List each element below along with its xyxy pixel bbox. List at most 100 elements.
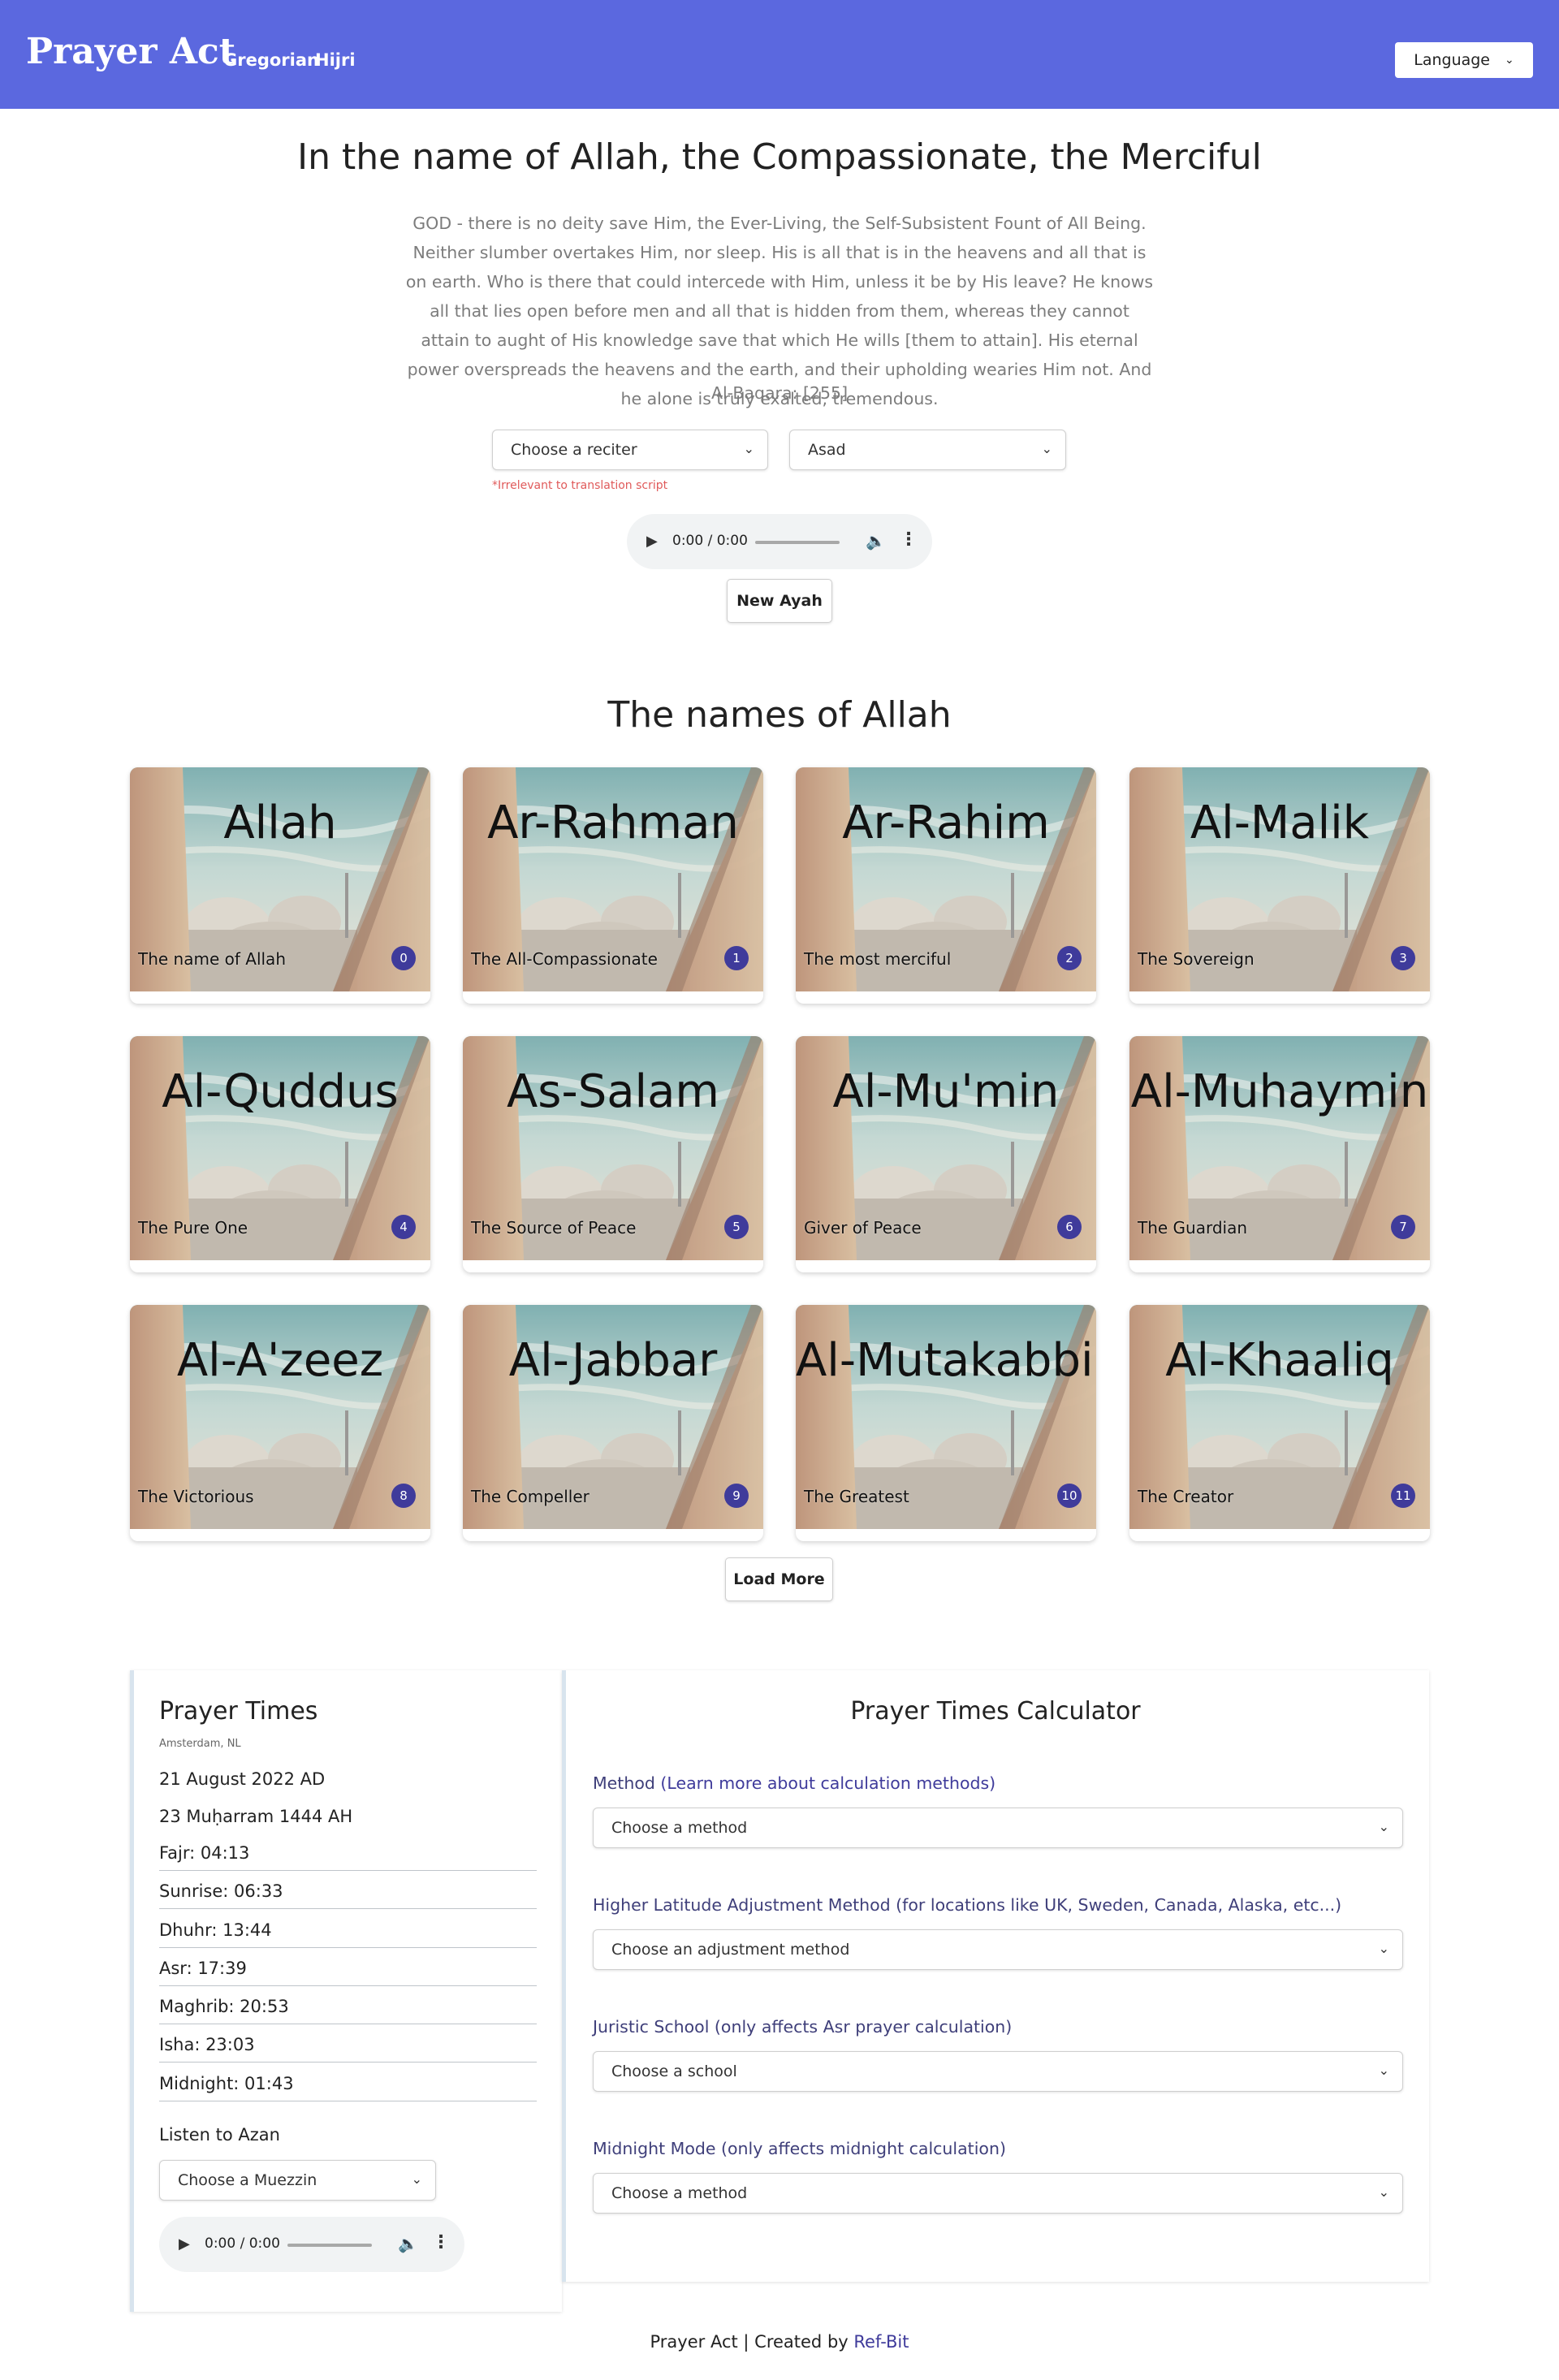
volume-icon[interactable]: 🔈 [398, 2234, 418, 2253]
card-number-badge: 0 [391, 946, 416, 970]
hijri-date: 23 Muḥarram 1444 AH [159, 1807, 353, 1826]
chevron-down-icon: ⌄ [1378, 1941, 1389, 1956]
card-meaning: The Greatest [804, 1487, 909, 1506]
card-number-badge: 4 [391, 1215, 416, 1239]
name-card[interactable]: Allah The name of Allah 0 [130, 767, 430, 1004]
chevron-down-icon: ⌄ [743, 441, 754, 456]
method-select[interactable]: Choose a method ⌄ [593, 1808, 1403, 1848]
name-card[interactable]: Al-Jabbar The Compeller 9 [463, 1305, 763, 1541]
name-card[interactable]: Al-Mu'min Giver of Peace 6 [796, 1036, 1096, 1272]
card-meaning: The Pure One [138, 1218, 248, 1238]
card-name: Al-A'zeez [176, 1334, 384, 1387]
audio-time: 0:00 / 0:00 [672, 533, 748, 549]
prayer-row-midnight: Midnight: 01:43 [159, 2064, 537, 2101]
ayah-title: In the name of Allah, the Compassionate,… [297, 136, 1262, 178]
name-card[interactable]: Al-Quddus The Pure One 4 [130, 1036, 430, 1272]
footer-author-link[interactable]: Ref-Bit [853, 2332, 909, 2352]
card-number-badge: 10 [1057, 1484, 1082, 1508]
load-more-button[interactable]: Load More [725, 1557, 833, 1601]
card-meaning: The Sovereign [1138, 949, 1255, 969]
card-number-badge: 1 [724, 946, 749, 970]
chevron-down-icon: ⌄ [1041, 441, 1052, 456]
ayah-audio-player[interactable]: ▶ 0:00 / 0:00 🔈 ⋮ [627, 514, 932, 569]
name-card[interactable]: Al-Muhaymin The Guardian 7 [1129, 1036, 1430, 1272]
card-name: Al-Mutakabbir [796, 1334, 1096, 1387]
volume-icon[interactable]: 🔈 [866, 531, 886, 551]
chevron-down-icon: ⌄ [1378, 1819, 1389, 1834]
card-name: Al-Mu'min [832, 1065, 1060, 1118]
latitude-label: Higher Latitude Adjustment Method (for l… [593, 1895, 1342, 1915]
card-number-badge: 8 [391, 1484, 416, 1508]
card-name: Ar-Rahman [487, 797, 739, 849]
card-name: Al-Jabbar [508, 1334, 718, 1387]
card-name: Al-Quddus [162, 1065, 399, 1118]
listen-azan-label: Listen to Azan [159, 2125, 280, 2145]
prayer-row-asr: Asr: 17:39 [159, 1949, 537, 1986]
prayer-times-location: Amsterdam, NL [159, 1738, 241, 1750]
school-select-value: Choose a school [611, 2063, 737, 2080]
school-select[interactable]: Choose a school ⌄ [593, 2051, 1403, 2092]
ayah-reference: Al-Baqara: [255] [710, 383, 849, 403]
card-name: Ar-Rahim [842, 797, 1050, 849]
azan-audio-player[interactable]: ▶ 0:00 / 0:00 🔈 ⋮ [159, 2217, 464, 2272]
card-number-badge: 6 [1057, 1215, 1082, 1239]
card-number-badge: 5 [724, 1215, 749, 1239]
method-label: Method (Learn more about calculation met… [593, 1773, 995, 1793]
audio-progress-track[interactable] [755, 541, 840, 544]
name-card[interactable]: Al-Khaaliq The Creator 11 [1129, 1305, 1430, 1541]
audio-progress-track[interactable] [287, 2244, 372, 2247]
brand-logo[interactable]: Prayer Act [26, 31, 235, 72]
more-options-icon[interactable]: ⋮ [900, 529, 918, 550]
card-number-badge: 11 [1391, 1484, 1415, 1508]
card-number-badge: 7 [1391, 1215, 1415, 1239]
gregorian-date: 21 August 2022 AD [159, 1769, 326, 1789]
midnight-select[interactable]: Choose a method ⌄ [593, 2173, 1403, 2214]
prayer-row-dhuhr: Dhuhr: 13:44 [159, 1911, 537, 1948]
card-meaning: The All-Compassionate [471, 949, 658, 969]
muezzin-select[interactable]: Choose a Muezzin ⌄ [159, 2160, 436, 2201]
play-icon[interactable]: ▶ [179, 2235, 190, 2253]
card-name: Al-Malik [1190, 797, 1370, 849]
card-name: Allah [223, 797, 337, 849]
reciter-select[interactable]: Choose a reciter ⌄ [492, 430, 768, 470]
card-meaning: The Creator [1138, 1487, 1234, 1506]
prayer-row-sunrise: Sunrise: 06:33 [159, 1872, 537, 1909]
prayer-row-maghrib: Maghrib: 20:53 [159, 1987, 537, 2024]
card-meaning: The Source of Peace [471, 1218, 637, 1238]
card-meaning: Giver of Peace [804, 1218, 922, 1238]
language-dropdown[interactable]: Language ⌄ [1395, 42, 1533, 78]
chevron-down-icon: ⌄ [411, 2171, 422, 2187]
latitude-select-value: Choose an adjustment method [611, 1941, 850, 1959]
name-card[interactable]: Ar-Rahman The All-Compassionate 1 [463, 767, 763, 1004]
card-meaning: The Compeller [471, 1487, 589, 1506]
method-learn-more-link[interactable]: (Learn more about calculation methods) [660, 1773, 995, 1793]
new-ayah-button[interactable]: New Ayah [727, 579, 832, 623]
card-meaning: The Victorious [138, 1487, 254, 1506]
name-card[interactable]: Ar-Rahim The most merciful 2 [796, 767, 1096, 1004]
nav-link-hijri[interactable]: Hijri [315, 50, 356, 70]
nav-link-gregorian[interactable]: Gregorian [223, 50, 319, 70]
card-number-badge: 2 [1057, 946, 1082, 970]
reciter-select-value: Choose a reciter [511, 441, 637, 459]
reciter-note: *Irrelevant to translation script [492, 479, 668, 492]
name-card[interactable]: Al-Malik The Sovereign 3 [1129, 767, 1430, 1004]
midnight-label: Midnight Mode (only affects midnight cal… [593, 2139, 1006, 2158]
more-options-icon[interactable]: ⋮ [432, 2232, 450, 2253]
footer: Prayer Act | Created by Ref-Bit [0, 2332, 1559, 2352]
audio-time: 0:00 / 0:00 [205, 2235, 280, 2252]
translation-select[interactable]: Asad ⌄ [789, 430, 1066, 470]
name-card[interactable]: Al-A'zeez The Victorious 8 [130, 1305, 430, 1541]
card-meaning: The Guardian [1138, 1218, 1248, 1238]
method-select-value: Choose a method [611, 1819, 748, 1837]
names-section-title: The names of Allah [607, 694, 952, 736]
play-icon[interactable]: ▶ [646, 533, 658, 550]
card-number-badge: 9 [724, 1484, 749, 1508]
chevron-down-icon: ⌄ [1378, 2063, 1389, 2078]
navbar: Prayer Act Gregorian Hijri Language ⌄ [0, 0, 1559, 109]
translation-select-value: Asad [808, 441, 846, 459]
latitude-select[interactable]: Choose an adjustment method ⌄ [593, 1929, 1403, 1970]
name-card[interactable]: Al-Mutakabbir The Greatest 10 [796, 1305, 1096, 1541]
name-card[interactable]: As-Salam The Source of Peace 5 [463, 1036, 763, 1272]
card-name: Al-Muhaymin [1130, 1065, 1429, 1118]
card-name: Al-Khaaliq [1165, 1334, 1394, 1387]
